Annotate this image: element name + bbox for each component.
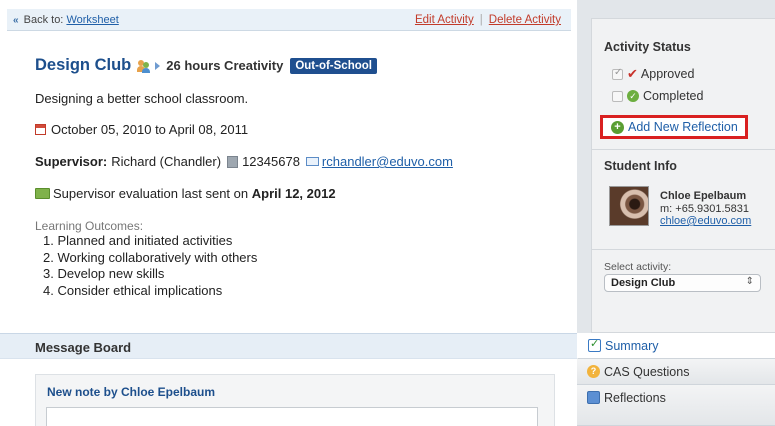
- tab-reflections-label: Reflections: [604, 391, 666, 405]
- delete-activity-link[interactable]: Delete Activity: [489, 14, 561, 26]
- student-avatar: [609, 186, 649, 226]
- question-icon: ?: [587, 365, 600, 378]
- activity-title-row: Design Club 26 hours Creativity Out-of-S…: [35, 56, 377, 75]
- evaluation-text: Supervisor evaluation last sent on: [53, 186, 249, 201]
- student-info-title: Student Info: [604, 159, 677, 173]
- list-item: 1. Planned and initiated activities: [43, 233, 233, 248]
- back-link-group: « Back to: Worksheet: [13, 14, 119, 26]
- back-to-worksheet-link[interactable]: Worksheet: [66, 14, 118, 26]
- mail-icon: [305, 157, 319, 166]
- mail-send-icon: [35, 188, 50, 199]
- activity-type-badge: Out-of-School: [290, 57, 377, 74]
- activity-date-range: October 05, 2010 to April 08, 2011: [51, 122, 249, 137]
- add-new-reflection-label: Add New Reflection: [628, 120, 738, 134]
- red-check-icon: ✔: [627, 66, 638, 81]
- message-board-title: Message Board: [35, 340, 132, 355]
- tab-summary-label: Summary: [605, 338, 659, 353]
- select-activity-dropdown[interactable]: Design Club ⇕: [604, 274, 761, 292]
- reflections-icon: [587, 391, 600, 404]
- learning-outcomes-label: Learning Outcomes:: [35, 219, 144, 233]
- supervisor-email-link[interactable]: rchandler@eduvo.com: [322, 154, 453, 169]
- summary-check-icon: [588, 337, 601, 352]
- activity-date-row: October 05, 2010 to April 08, 2011: [35, 122, 248, 137]
- student-info: Chloe Epelbaum m: +65.9301.5831 chloe@ed…: [660, 190, 751, 228]
- student-phone: m: +65.9301.5831: [660, 202, 749, 215]
- approved-checkbox[interactable]: [612, 67, 623, 80]
- add-new-reflection-button[interactable]: + Add New Reflection: [600, 115, 748, 139]
- tab-cas-questions[interactable]: ? CAS Questions: [577, 359, 775, 385]
- group-people-icon: [137, 59, 151, 73]
- student-email-link[interactable]: chloe@eduvo.com: [660, 215, 751, 227]
- tab-reflections[interactable]: Reflections: [577, 385, 775, 426]
- new-note-panel: New note by Chloe Epelbaum: [35, 374, 555, 426]
- action-separator: |: [479, 14, 483, 26]
- supervisor-name: Richard (Chandler): [111, 154, 222, 169]
- evaluation-row: Supervisor evaluation last sent on April…: [35, 186, 336, 201]
- activity-actions: Edit Activity | Delete Activity: [415, 14, 561, 26]
- completed-label: Completed: [643, 89, 704, 103]
- select-activity-value: Design Club: [611, 277, 676, 289]
- back-prefix: Back to:: [23, 14, 64, 26]
- activity-title: Design Club: [35, 56, 132, 74]
- list-item: 2. Working collaboratively with others: [43, 249, 258, 265]
- phone-icon: [227, 155, 239, 168]
- supervisor-row: Supervisor: Richard (Chandler) 12345678 …: [35, 154, 453, 169]
- learning-outcomes-list: 1. Planned and initiated activities 2. W…: [43, 233, 257, 299]
- evaluation-date: April 12, 2012: [251, 186, 336, 201]
- completed-status-row: ✓ Completed: [612, 89, 703, 103]
- list-item: 3. Develop new skills: [43, 266, 165, 281]
- select-caret-icon: ⇕: [745, 276, 754, 287]
- tab-cas-questions-label: CAS Questions: [604, 364, 690, 379]
- main-content: « Back to: Worksheet Edit Activity | Delet…: [0, 0, 577, 426]
- plus-circle-icon: +: [611, 120, 624, 134]
- select-activity-label: Select activity:: [604, 261, 672, 273]
- top-bar: « Back to: Worksheet Edit Activity | Delet…: [7, 9, 571, 31]
- supervisor-phone: 12345678: [242, 154, 300, 169]
- activity-hours: 26 hours Creativity: [166, 58, 284, 73]
- arrow-right-icon: [155, 61, 161, 70]
- calendar-icon: [35, 124, 46, 135]
- divider: [592, 249, 775, 250]
- activity-description: Designing a better school classroom.: [35, 91, 249, 106]
- tab-summary[interactable]: Summary: [577, 333, 775, 359]
- edit-activity-link[interactable]: Edit Activity: [415, 14, 474, 26]
- message-board-header: Message Board: [0, 333, 577, 359]
- student-name: Chloe Epelbaum: [660, 190, 747, 202]
- double-chevron-left-icon: «: [13, 15, 19, 26]
- note-textarea[interactable]: [46, 407, 538, 426]
- approved-label: Approved: [640, 67, 695, 81]
- completed-checkbox[interactable]: [612, 90, 623, 102]
- new-note-label: New note by Chloe Epelbaum: [47, 385, 216, 399]
- supervisor-label: Supervisor:: [35, 154, 108, 169]
- sidebar-panel: Activity Status ✔ Approved ✓ Completed +…: [591, 18, 775, 333]
- activity-status-title: Activity Status: [604, 40, 691, 54]
- approved-status-row: ✔ Approved: [612, 66, 694, 82]
- list-item: 4. Consider ethical implications: [43, 282, 223, 298]
- divider: [592, 149, 775, 150]
- green-check-circle-icon: ✓: [627, 90, 639, 102]
